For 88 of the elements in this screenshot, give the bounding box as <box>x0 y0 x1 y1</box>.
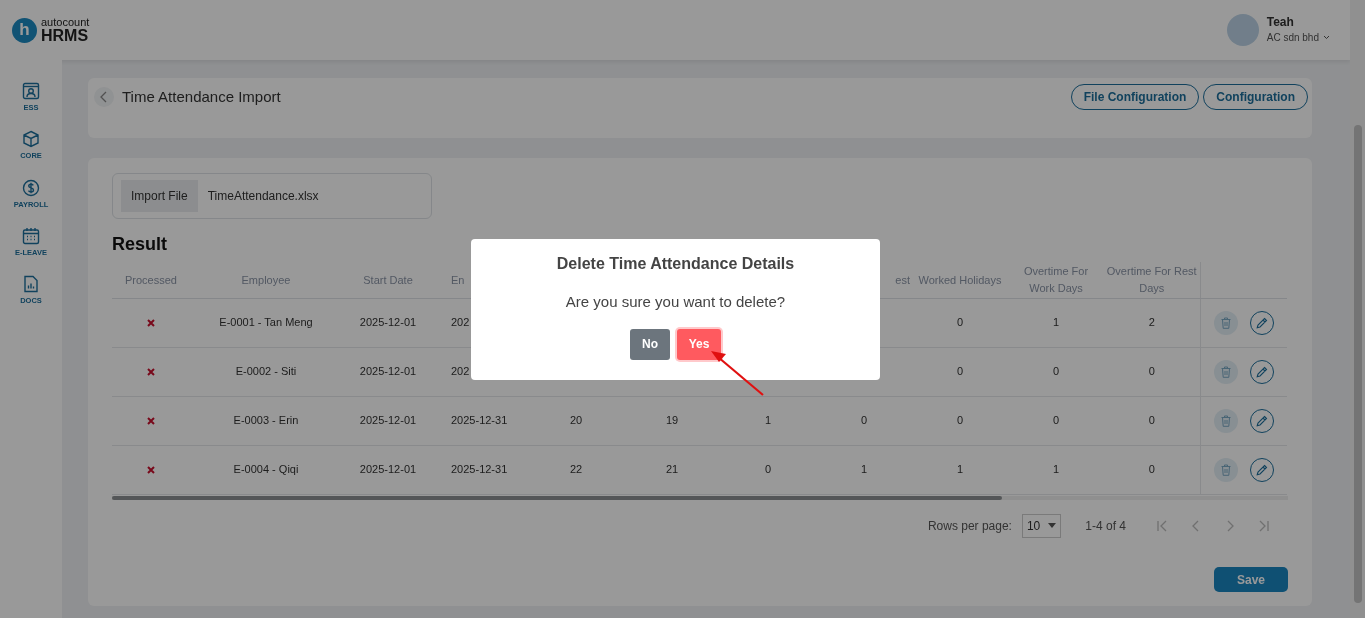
save-button[interactable]: Save <box>1214 567 1288 592</box>
column-header: est <box>895 273 910 286</box>
rows-per-page-label: Rows per page: <box>927 517 1012 535</box>
dollar-icon <box>22 178 40 197</box>
column-header: Overtime For Work Days <box>1023 265 1089 294</box>
chevron-left-icon <box>100 91 108 103</box>
page-title: Time Attendance Import <box>122 86 281 107</box>
file-name: TimeAttendance.xlsx <box>207 188 319 205</box>
table-cell: 0 <box>1052 414 1060 427</box>
table-cell: 1 <box>956 463 964 476</box>
section-title: Result <box>112 233 168 256</box>
column-header: Worked Holidays <box>918 273 1002 286</box>
document-chart-icon <box>22 275 40 293</box>
table-cell: 20 <box>569 414 583 427</box>
table-cell: 1 <box>1052 463 1060 476</box>
column-header: En <box>451 273 465 286</box>
logo-mark: h <box>12 17 37 43</box>
table-cell: 21 <box>665 463 679 476</box>
chevron-down-icon[interactable] <box>1323 34 1330 40</box>
pencil-icon <box>1255 463 1268 476</box>
table-cell: 2025-12-01 <box>359 463 417 476</box>
delete-button[interactable] <box>1213 457 1238 482</box>
cancel-button[interactable]: No <box>630 328 670 360</box>
dialog-message: Are you sure you want to delete? <box>565 292 786 312</box>
edit-button[interactable] <box>1249 408 1274 433</box>
table-cell: 0 <box>860 414 868 427</box>
rows-per-page-select[interactable]: 10 <box>1021 513 1062 538</box>
edit-button[interactable] <box>1249 359 1274 384</box>
outline-button[interactable]: File Configuration <box>1070 84 1200 110</box>
column-header: Employee <box>241 273 291 286</box>
table-cell: 0 <box>956 365 964 378</box>
import-file-button[interactable]: Import File <box>121 180 198 212</box>
trash-icon <box>1220 463 1231 476</box>
company-name[interactable]: AC sdn bhd <box>1266 29 1319 45</box>
cube-icon <box>22 130 40 149</box>
table-cell: 1 <box>1052 316 1060 329</box>
dialog-title: Delete Time Attendance Details <box>556 254 795 274</box>
delete-button[interactable] <box>1213 408 1238 433</box>
table-cell: 1 <box>764 414 772 427</box>
trash-icon <box>1220 365 1231 378</box>
delete-button[interactable] <box>1213 359 1238 384</box>
logo-brand: autocount <box>41 16 90 28</box>
avatar[interactable] <box>1226 14 1259 46</box>
table-cell: E-0004 - Qiqi <box>233 463 299 476</box>
annotation-arrow <box>711 351 764 396</box>
table-cell: 202 <box>451 365 470 378</box>
confirm-button[interactable]: Yes <box>677 328 721 360</box>
table-cell: 2025-12-01 <box>359 414 417 427</box>
column-header: Overtime For Rest Days <box>1106 265 1197 294</box>
id-card-icon <box>22 82 40 100</box>
caret-icon <box>1048 523 1057 528</box>
delete-button[interactable] <box>1213 310 1238 335</box>
table-cell: 202 <box>451 316 470 329</box>
table-cell: 0 <box>1148 414 1155 427</box>
table-cell: 2025-12-31 <box>451 414 508 427</box>
table-cell: 1 <box>860 463 868 476</box>
file-upload-field[interactable]: Import File TimeAttendance.xlsx <box>112 173 432 219</box>
edit-button[interactable] <box>1249 457 1274 482</box>
table-cell: 2025-12-01 <box>359 316 417 329</box>
table-cell: 0 <box>1148 463 1155 476</box>
pencil-icon <box>1255 414 1268 427</box>
calendar-icon <box>22 226 40 245</box>
edit-button[interactable] <box>1249 310 1274 335</box>
back-button[interactable] <box>94 87 114 107</box>
table-cell: 22 <box>569 463 583 476</box>
table-cell: E-0002 - Siti <box>235 365 297 378</box>
user-name: Teah <box>1266 15 1295 30</box>
pencil-icon <box>1255 365 1268 378</box>
table-cell: 0 <box>1148 365 1155 378</box>
trash-icon <box>1220 316 1231 329</box>
table-cell: 2 <box>1148 316 1155 329</box>
table-cell: 2025-12-01 <box>359 365 417 378</box>
column-header: Processed <box>125 273 177 286</box>
table-cell: E-0001 - Tan Meng <box>219 316 313 329</box>
table-cell: 0 <box>956 316 964 329</box>
horizontal-scrollbar[interactable] <box>112 495 1288 500</box>
table-cell: E-0003 - Erin <box>233 414 299 427</box>
page-range: 1-4 of 4 <box>1085 517 1126 535</box>
table-cell: 2025-12-31 <box>451 463 508 476</box>
column-header: Start Date <box>363 273 413 286</box>
table-cell: 19 <box>665 414 679 427</box>
outline-button[interactable]: Configuration <box>1203 84 1308 110</box>
logo-product: HRMS <box>41 27 90 44</box>
table-cell: 0 <box>764 463 772 476</box>
table-cell: 0 <box>956 414 964 427</box>
table-cell: 0 <box>1052 365 1060 378</box>
trash-icon <box>1220 414 1231 427</box>
pencil-icon <box>1255 316 1268 329</box>
